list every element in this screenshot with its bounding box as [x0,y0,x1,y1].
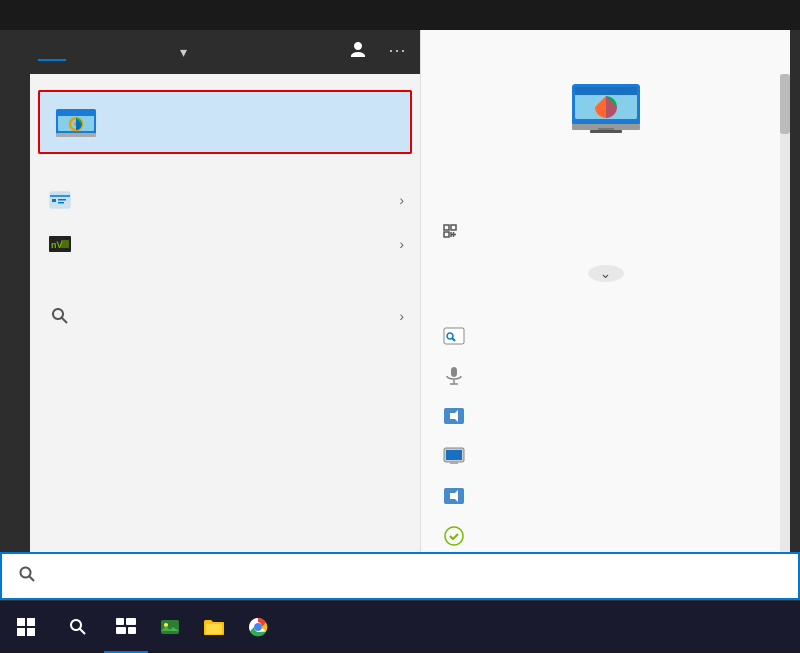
recent-sound2-item[interactable] [441,476,770,516]
detail-panel [421,30,790,202]
nvidia-arrow-icon: › [399,236,404,252]
settings-section-label [30,346,420,356]
open-button[interactable] [421,210,790,257]
user-icon[interactable] [342,36,374,69]
photo-viewer-button[interactable] [148,601,192,653]
file-explorer-button[interactable] [192,601,236,653]
taskbar [0,600,800,652]
nvidia-item[interactable]: nV › [30,222,420,266]
best-match-item[interactable] [38,90,412,154]
web-search-icon [46,302,74,330]
recent-system-item[interactable] [441,436,770,476]
svg-text:nV: nV [51,240,63,250]
best-match-label [30,74,420,90]
chrome-button[interactable] [236,601,280,653]
tab-documents[interactable] [102,43,130,61]
sound2-icon [441,483,467,509]
taskview-button[interactable] [104,601,148,653]
sound0-icon [441,403,467,429]
scrollbar-thumb[interactable] [780,74,790,134]
recent-speech-item[interactable] [441,356,770,396]
updates-icon [441,523,467,549]
web-search-arrow-icon: › [399,308,404,324]
apps-section-label [30,162,420,178]
control-panel-icon-small [56,102,96,142]
chevron-down-icon: ▾ [180,44,187,61]
recent-updates-item[interactable] [441,516,770,556]
nvidia-icon: nV [46,230,74,258]
start-button[interactable] [0,601,52,653]
web-section-label [30,278,420,294]
system-icon [441,443,467,469]
web-search-item[interactable]: › [30,294,420,338]
taskbar-search-button[interactable] [52,601,104,653]
more-dots-icon[interactable]: ··· [382,36,412,69]
settings-item[interactable]: › [30,178,420,222]
recent-sound0-item[interactable] [441,396,770,436]
search-bar-icon [18,565,36,588]
speech-icon [441,363,467,389]
chevron-down-icon: ⌄ [600,265,612,282]
open-icon [441,222,459,245]
expand-button[interactable]: ⌄ [588,265,624,282]
scrollbar[interactable] [780,74,790,600]
tab-apps[interactable] [70,43,98,61]
search-bar[interactable] [0,552,800,600]
settings-icon [46,186,74,214]
tab-web[interactable] [134,43,162,61]
tab-all[interactable] [38,43,66,61]
control-panel-large-icon [570,70,642,142]
programs-icon [441,323,467,349]
tab-more[interactable]: ▾ [166,36,197,69]
settings-arrow-icon: › [399,192,404,208]
recent-programs-item[interactable] [441,316,770,356]
tab-bar: ▾ ··· [30,30,420,74]
